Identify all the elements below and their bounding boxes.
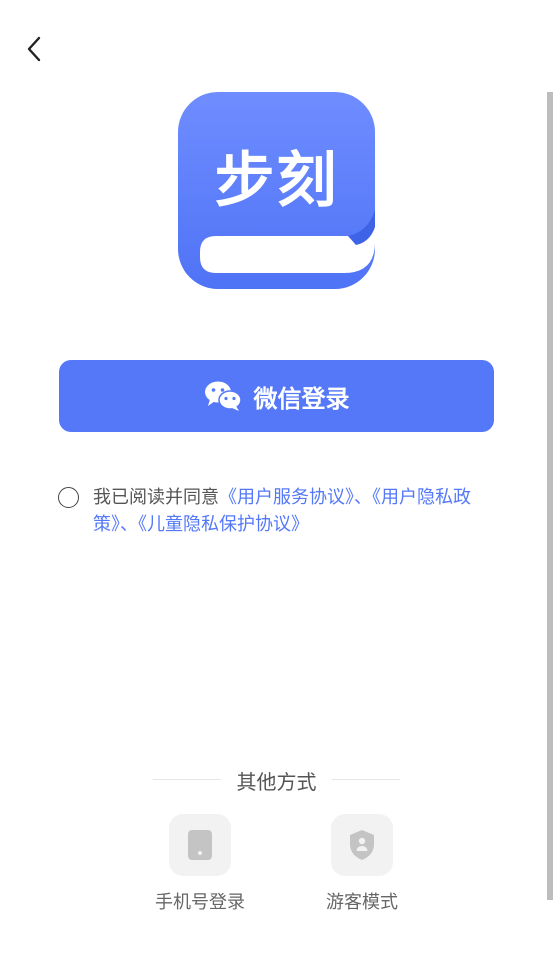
- user-service-agreement-link[interactable]: 《用户服务协议》: [219, 487, 354, 508]
- agreement-separator-2: 、: [120, 514, 138, 535]
- other-methods-title: 其他方式: [236, 770, 317, 794]
- phone-icon: [188, 830, 212, 860]
- phone-login-option[interactable]: 手机号登录: [145, 814, 255, 914]
- agreement-text: 我已阅读并同意《用户服务协议》、《用户隐私政策》、《儿童隐私保护协议》: [93, 484, 503, 538]
- app-logo: 步刻: [178, 92, 375, 289]
- shield-user-icon: [350, 830, 374, 860]
- logo-book-icon: [200, 210, 375, 273]
- phone-login-icon-box: [169, 814, 231, 876]
- guest-mode-option[interactable]: 游客模式: [307, 814, 417, 914]
- chevron-left-icon: [27, 36, 41, 62]
- back-button[interactable]: [18, 30, 50, 68]
- other-methods-section: 其他方式: [0, 764, 553, 794]
- wechat-icon: [204, 381, 242, 411]
- guest-mode-label: 游客模式: [326, 892, 398, 913]
- divider-right: [332, 779, 400, 780]
- child-privacy-agreement-link[interactable]: 《儿童隐私保护协议》: [138, 514, 309, 535]
- agreement-separator-1: 、: [354, 487, 372, 508]
- agreement-row: 我已阅读并同意《用户服务协议》、《用户隐私政策》、《儿童隐私保护协议》: [58, 484, 508, 538]
- guest-mode-icon-box: [331, 814, 393, 876]
- phone-login-label: 手机号登录: [155, 892, 245, 913]
- wechat-login-button[interactable]: 微信登录: [59, 360, 494, 432]
- agreement-prefix: 我已阅读并同意: [93, 487, 219, 508]
- agree-checkbox[interactable]: [58, 487, 79, 508]
- wechat-login-label: 微信登录: [253, 384, 350, 413]
